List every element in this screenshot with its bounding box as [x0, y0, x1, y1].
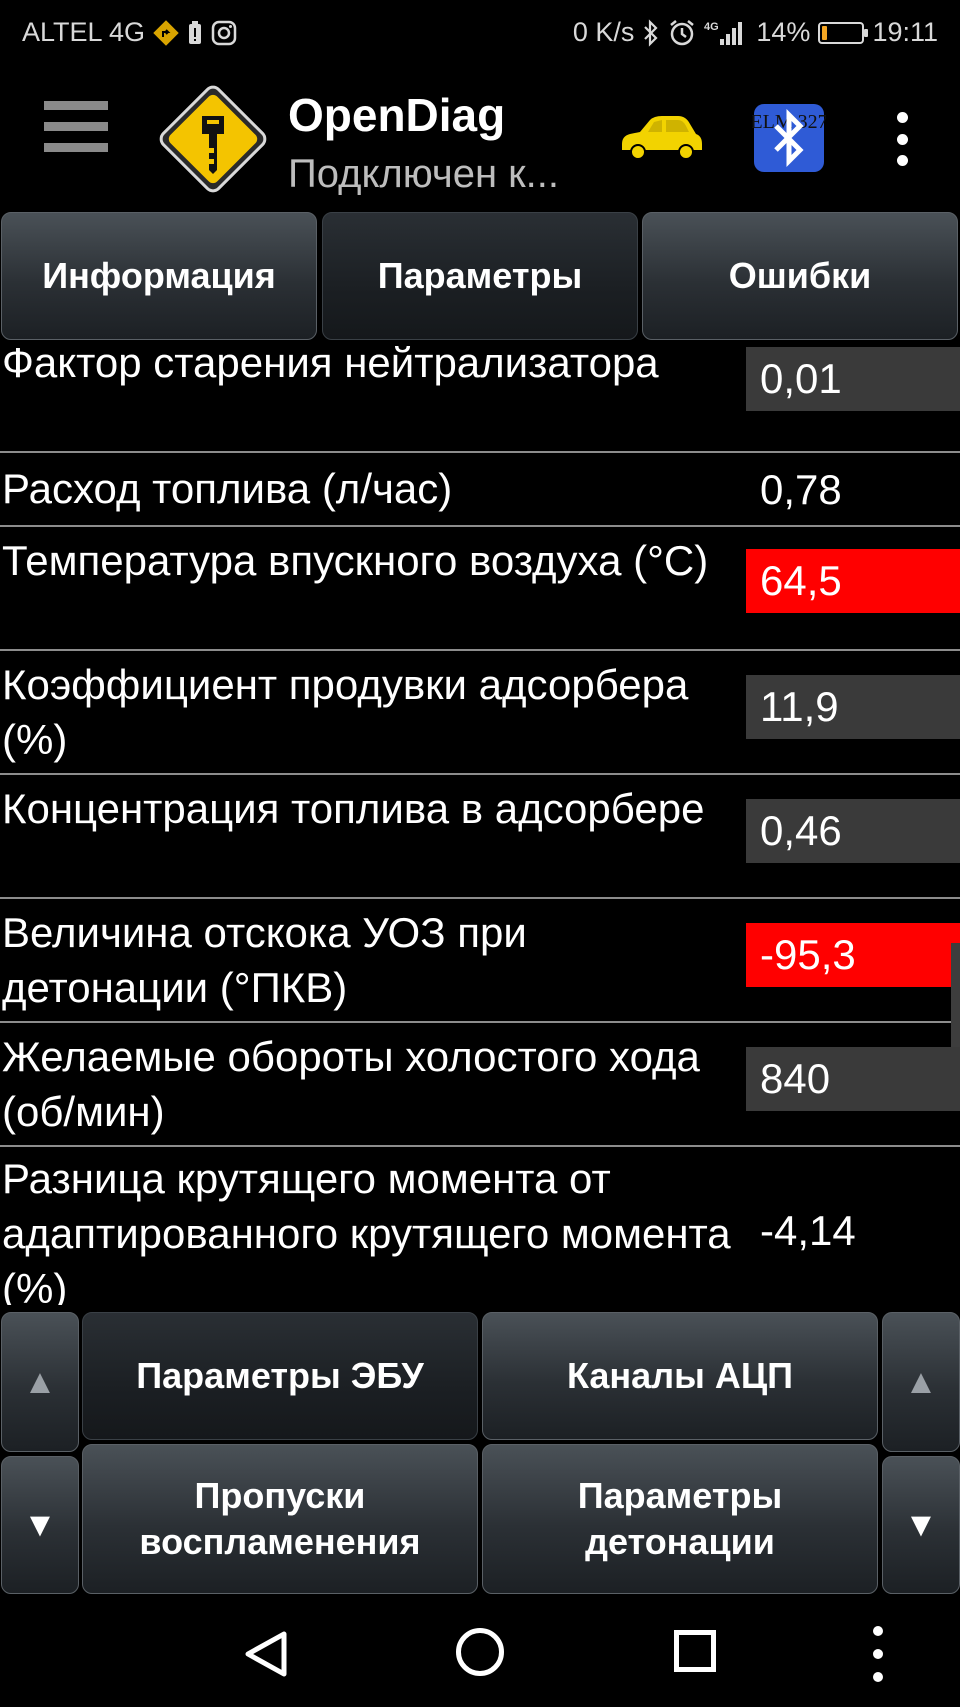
network-type: 4G: [704, 21, 719, 33]
battery-icon: [818, 21, 869, 44]
status-bar: ALTEL 4G 0 K/s 4G 14% 19:11: [0, 0, 960, 68]
overflow-menu-icon[interactable]: [884, 112, 920, 166]
up-arrow-icon: ▲: [23, 1363, 57, 1401]
signal-icon: 4G: [704, 19, 748, 47]
knock-parameters-button[interactable]: Параметры детонации: [482, 1444, 878, 1594]
battery-fill: [822, 25, 828, 40]
adc-channels-button[interactable]: Каналы АЦП: [482, 1312, 878, 1440]
tab-parameters[interactable]: Параметры: [322, 212, 638, 340]
car-icon[interactable]: [616, 108, 706, 168]
parameter-label: Коэффициент продувки адсорбера (%): [2, 661, 689, 763]
network-speed: 0 K/s: [572, 17, 635, 47]
parameter-row[interactable]: Коэффициент продувки адсорбера (%) 11,9: [0, 651, 960, 775]
parameter-value: 840: [746, 1047, 960, 1111]
parameter-value: 11,9: [746, 675, 960, 739]
parameter-value: 0,01: [746, 347, 960, 411]
list-scrollbar[interactable]: [951, 943, 960, 1047]
recent-apps-icon[interactable]: [674, 1630, 716, 1672]
hamburger-menu-icon[interactable]: [44, 101, 108, 169]
parameter-row[interactable]: Расход топлива (л/час) 0,78: [0, 453, 960, 527]
down-arrow-icon: ▼: [23, 1506, 57, 1544]
back-icon[interactable]: [240, 1628, 292, 1680]
bluetooth-elm327-icon[interactable]: ELM 327: [750, 102, 828, 174]
parameter-label: Величина отскока УОЗ при детонации (°ПКВ…: [2, 909, 527, 1011]
group-up-right-button[interactable]: ▲: [882, 1312, 960, 1452]
up-arrow-icon: ▲: [904, 1363, 938, 1401]
parameter-label: Концентрация топлива в адсорбере: [2, 785, 705, 832]
status-left: ALTEL 4G: [22, 17, 237, 48]
app-logo-key-icon: [150, 76, 276, 202]
ecu-parameters-button[interactable]: Параметры ЭБУ: [82, 1312, 478, 1440]
parameter-label: Фактор старения нейтрализатора: [2, 345, 659, 386]
app-title: OpenDiag: [288, 89, 506, 141]
action-bar: OpenDiag Подключен к... ELM 327: [0, 68, 960, 210]
parameter-row[interactable]: Желаемые обороты холостого хода (об/мин)…: [0, 1023, 960, 1147]
tab-information[interactable]: Информация: [1, 212, 317, 340]
parameter-row[interactable]: Концентрация топлива в адсорбере 0,46: [0, 775, 960, 899]
adc-channels-label: Каналы АЦП: [567, 1355, 793, 1396]
parameter-row[interactable]: Фактор старения нейтрализатора 0,01: [0, 345, 960, 453]
navigation-bar: [0, 1600, 960, 1707]
ecu-parameters-label: Параметры ЭБУ: [136, 1355, 424, 1396]
parameter-row[interactable]: Температура впускного воздуха (°C) 64,5: [0, 527, 960, 651]
parameter-value: -4,14: [760, 1207, 856, 1254]
parameter-label: Температура впускного воздуха (°C): [2, 537, 709, 584]
tab-errors[interactable]: Ошибки: [642, 212, 958, 340]
instagram-icon: [211, 20, 237, 46]
battery-percent: 14%: [756, 17, 811, 47]
parameter-row[interactable]: Величина отскока УОЗ при детонации (°ПКВ…: [0, 899, 960, 1023]
misfires-label-line2: воспламенения: [139, 1521, 421, 1562]
parameter-label: Разница крутящего момента от адаптирован…: [2, 1155, 731, 1305]
tab-bar: Информация Параметры Ошибки: [0, 212, 960, 342]
group-up-left-button[interactable]: ▲: [1, 1312, 79, 1452]
group-down-left-button[interactable]: ▼: [1, 1456, 79, 1594]
battery-alert-icon: [187, 20, 203, 46]
nav-more-icon[interactable]: [872, 1626, 884, 1682]
misfires-button[interactable]: Пропуски воспламенения: [82, 1444, 478, 1594]
bluetooth-status-icon: [642, 18, 660, 47]
down-arrow-icon: ▼: [904, 1506, 938, 1544]
group-down-right-button[interactable]: ▼: [882, 1456, 960, 1594]
parameter-value: -95,3: [746, 923, 960, 987]
parameter-groups: ▲ Параметры ЭБУ Каналы АЦП ▲ ▼ Пропуски …: [0, 1310, 960, 1594]
road-sign-icon: [153, 19, 179, 46]
status-right: 0 K/s 4G 14% 19:11: [573, 17, 938, 48]
parameter-label: Расход топлива (л/час): [2, 465, 453, 512]
parameter-label: Желаемые обороты холостого хода (об/мин): [2, 1033, 700, 1135]
parameter-value: 0,78: [760, 466, 842, 513]
connection-status: Подключен к...: [288, 152, 559, 196]
parameters-list[interactable]: Фактор старения нейтрализатора 0,01 Расх…: [0, 345, 960, 1305]
clock: 19:11: [872, 17, 938, 47]
parameter-value: 0,46: [746, 799, 960, 863]
knock-label-line1: Параметры: [577, 1475, 783, 1516]
home-icon[interactable]: [456, 1628, 504, 1676]
parameter-row[interactable]: Разница крутящего момента от адаптирован…: [0, 1147, 960, 1305]
alarm-icon: [668, 19, 696, 47]
parameter-value: 64,5: [746, 549, 960, 613]
misfires-label-line1: Пропуски: [194, 1475, 366, 1516]
knock-label-line2: детонации: [585, 1521, 775, 1562]
carrier-label: ALTEL 4G: [22, 17, 146, 47]
